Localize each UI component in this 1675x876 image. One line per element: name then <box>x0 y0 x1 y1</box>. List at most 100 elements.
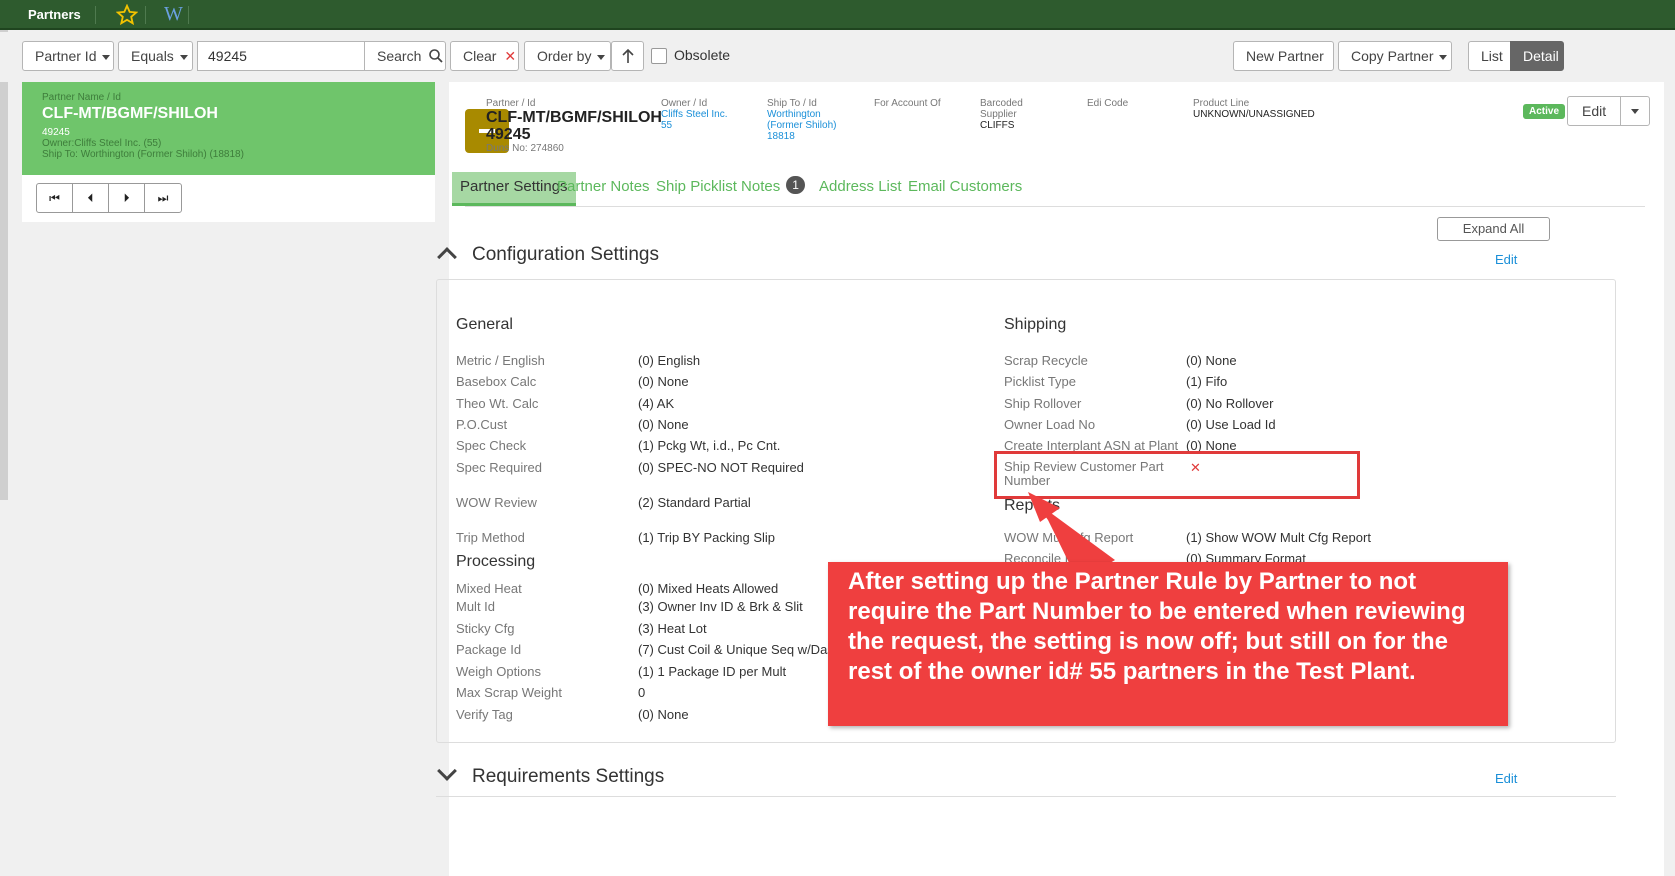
topbar-divider <box>95 6 96 24</box>
ship-to-name-link-2[interactable]: (Former Shiloh) <box>767 120 836 131</box>
next-record-icon[interactable]: ⏵ <box>109 184 145 212</box>
owner-label: Owner / Id <box>661 98 708 109</box>
setting-label: Package Id <box>456 642 522 657</box>
config-edit-link[interactable]: Edit <box>1495 252 1517 267</box>
edit-partner-button[interactable]: Edit <box>1568 97 1622 125</box>
setting-value: (0) None <box>638 374 689 389</box>
setting-label: Metric / English <box>456 353 545 368</box>
requirements-edit-link[interactable]: Edit <box>1495 771 1517 786</box>
detail-view-button[interactable]: Detail <box>1510 41 1564 71</box>
requirements-section-toggle[interactable]: Requirements Settings <box>437 761 665 788</box>
wiki-icon[interactable]: W <box>164 3 183 26</box>
product-line-info: Product Line UNKNOWN/UNASSIGNED <box>1193 98 1315 120</box>
tab-partner-notes[interactable]: Partner Notes <box>557 172 650 206</box>
record-navigation: ⏮ ⏴ ⏵ ⏭ <box>36 183 182 213</box>
new-partner-button[interactable]: New Partner <box>1233 41 1334 71</box>
owner-info: Owner / Id Cliffs Steel Inc. 55 <box>661 98 728 131</box>
setting-value: (0) None <box>638 417 689 432</box>
chevron-up-icon <box>437 247 457 267</box>
search-toolbar: Partner Id Equals 49245 Search Clear ✕ O… <box>0 32 1675 82</box>
topbar-divider <box>188 6 189 24</box>
setting-value: (0) SPEC-NO NOT Required <box>638 460 804 475</box>
scrollbar[interactable] <box>0 30 8 500</box>
search-icon <box>429 49 443 63</box>
chevron-down-icon <box>437 761 457 781</box>
setting-value: (0) English <box>638 353 701 368</box>
app-topbar: Partners W <box>0 0 1675 30</box>
setting-label: Max Scrap Weight <box>456 685 562 700</box>
sort-direction-button[interactable] <box>611 41 644 71</box>
shipping-group-title: Shipping <box>1004 316 1067 333</box>
setting-value: (1) Show WOW Mult Cfg Report <box>1186 530 1371 545</box>
highlight-annotation <box>994 451 1360 499</box>
setting-value: (0) Summary Format <box>1186 551 1306 562</box>
owner-name-link[interactable]: Cliffs Steel Inc. <box>661 109 728 120</box>
setting-value: (4) AK <box>638 396 675 411</box>
partner-id-label: Partner / Id <box>486 98 536 109</box>
requirements-divider <box>436 796 1616 797</box>
edit-options-toggle[interactable] <box>1621 97 1649 125</box>
obsolete-checkbox[interactable] <box>651 48 667 64</box>
partner-header-name: CLF-MT/BGMF/SHILOH <box>486 109 662 126</box>
expand-all-button[interactable]: Expand All <box>1437 217 1550 241</box>
annotation-callout: After setting up the Partner Rule by Par… <box>828 562 1508 726</box>
partner-owner: Owner:Cliffs Steel Inc. (55) <box>42 138 162 149</box>
setting-value: (0) None <box>1186 353 1237 368</box>
previous-record-icon[interactable]: ⏴ <box>73 184 109 212</box>
setting-label: Scrap Recycle <box>1004 353 1088 368</box>
tab-ship-picklist-notes[interactable]: Ship Picklist Notes 1 <box>656 172 805 206</box>
search-input[interactable]: 49245 <box>197 41 365 71</box>
setting-label: Spec Required <box>456 460 542 475</box>
chevron-down-icon <box>102 54 111 60</box>
list-view-button[interactable]: List <box>1468 41 1511 71</box>
partner-ship-to: Ship To: Worthington (Former Shiloh) (18… <box>42 149 244 160</box>
ship-to-name-link[interactable]: Worthington <box>767 109 836 120</box>
setting-value: (3) Owner Inv ID & Brk & Slit <box>638 599 803 614</box>
chevron-down-icon <box>1439 54 1448 60</box>
star-icon[interactable] <box>116 4 138 26</box>
ship-to-id-link[interactable]: 18818 <box>767 131 836 142</box>
chevron-down-icon <box>1631 108 1640 114</box>
operator-select-label: Equals <box>131 48 174 64</box>
search-button-label: Search <box>377 48 422 64</box>
barcoded-label: Barcoded <box>980 98 1023 109</box>
order-by-select[interactable]: Order by <box>524 41 611 71</box>
ship-to-info: Ship To / Id Worthington (Former Shiloh)… <box>767 98 836 142</box>
setting-value: (0) None <box>638 707 689 722</box>
partner-header-id: 49245 <box>486 126 531 143</box>
last-record-icon[interactable]: ⏭ <box>145 184 181 212</box>
setting-label: Ship Rollover <box>1004 396 1082 411</box>
tab-ship-picklist-notes-label: Ship Picklist Notes <box>656 178 781 195</box>
tab-address-list[interactable]: Address List <box>819 172 902 206</box>
requirements-section-title: Requirements Settings <box>472 766 665 787</box>
setting-value: (1) Fifo <box>1186 374 1228 389</box>
partner-list-item[interactable]: Partner Name / Id CLF-MT/BGMF/SHILOH 492… <box>22 82 435 175</box>
setting-label: Mult Id <box>456 599 496 614</box>
setting-value: 0 <box>638 685 646 700</box>
setting-value: (2) Standard Partial <box>638 495 751 510</box>
config-section-toggle[interactable]: Configuration Settings <box>437 244 659 267</box>
field-select[interactable]: Partner Id <box>22 41 114 71</box>
copy-partner-button[interactable]: Copy Partner <box>1338 41 1452 71</box>
clear-button[interactable]: Clear ✕ <box>450 41 519 71</box>
operator-select[interactable]: Equals <box>118 41 193 71</box>
product-line-label: Product Line <box>1193 98 1250 109</box>
search-button[interactable]: Search <box>364 41 446 71</box>
setting-value: (1) Pckg Wt, i.d., Pc Cnt. <box>638 438 781 453</box>
setting-label: WOW Review <box>456 495 537 510</box>
app-title[interactable]: Partners <box>14 4 95 26</box>
setting-value: (1) Trip BY Packing Slip <box>638 530 776 545</box>
duns-number: Duns No: 274860 <box>486 143 564 154</box>
setting-label: Basebox Calc <box>456 374 537 389</box>
owner-id-link[interactable]: 55 <box>661 120 728 131</box>
setting-value: (0) Use Load Id <box>1186 417 1276 432</box>
tab-email-customers[interactable]: Email Customers <box>908 172 1022 206</box>
setting-label: Owner Load No <box>1004 417 1096 432</box>
topbar-divider <box>145 6 146 24</box>
first-record-icon[interactable]: ⏮ <box>37 184 73 212</box>
setting-label: Trip Method <box>456 530 525 545</box>
product-line-value: UNKNOWN/UNASSIGNED <box>1193 109 1315 120</box>
chevron-down-icon <box>179 54 188 60</box>
edi-code-label: Edi Code <box>1087 98 1129 109</box>
field-select-label: Partner Id <box>35 48 97 64</box>
